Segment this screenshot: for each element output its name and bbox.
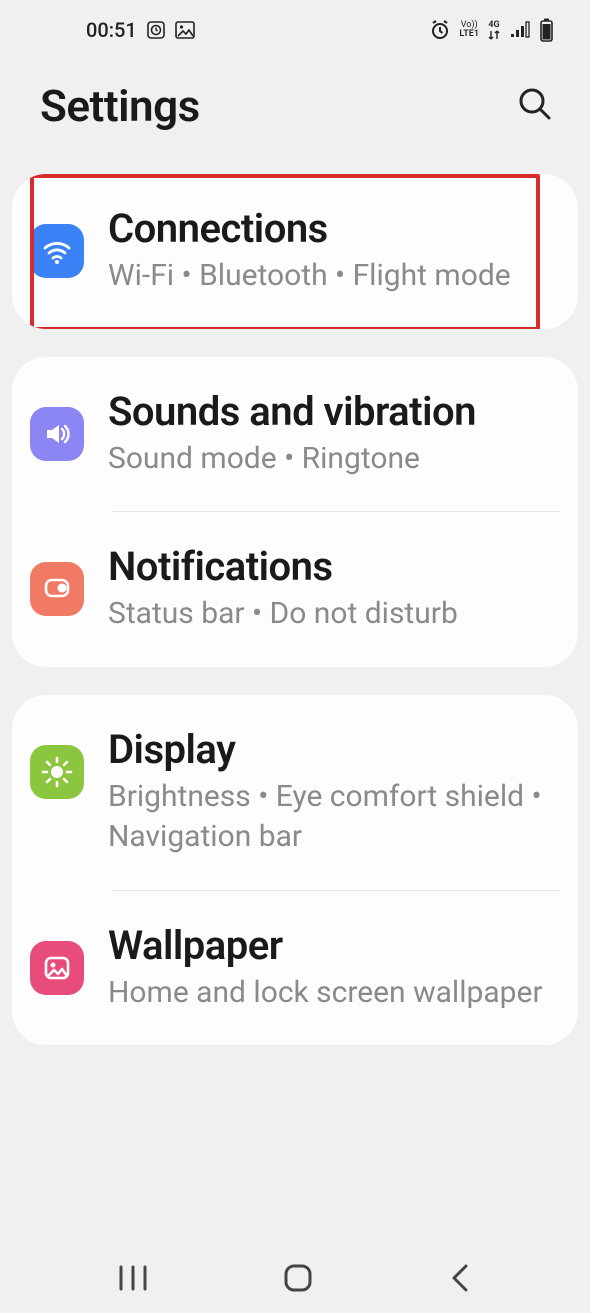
clock-app-icon bbox=[147, 21, 165, 39]
settings-card: Connections Wi-Fi • Bluetooth • Flight m… bbox=[12, 174, 578, 329]
battery-icon bbox=[539, 18, 554, 42]
item-subtitle: Brightness • Eye comfort shield • Naviga… bbox=[108, 777, 548, 858]
item-subtitle: Status bar • Do not disturb bbox=[108, 594, 548, 635]
item-title: Connections bbox=[108, 206, 548, 252]
settings-list: Connections Wi-Fi • Bluetooth • Flight m… bbox=[0, 162, 590, 1045]
volte-indicator: Vo)) LTE1 bbox=[459, 21, 479, 39]
item-title: Notifications bbox=[108, 544, 548, 590]
status-bar: 00:51 Vo)) LTE1 4G bbox=[0, 0, 590, 60]
notification-icon bbox=[30, 562, 84, 616]
page-title: Settings bbox=[40, 80, 200, 132]
sound-icon bbox=[30, 407, 84, 461]
item-title: Display bbox=[108, 727, 548, 773]
settings-item-notifications[interactable]: Notifications Status bar • Do not distur… bbox=[12, 512, 578, 667]
item-subtitle: Home and lock screen wallpaper bbox=[108, 973, 548, 1014]
settings-item-connections[interactable]: Connections Wi-Fi • Bluetooth • Flight m… bbox=[12, 174, 578, 329]
wifi-icon bbox=[30, 224, 84, 278]
header: Settings bbox=[0, 60, 590, 162]
search-button[interactable] bbox=[516, 85, 554, 127]
signal-icon bbox=[509, 21, 531, 39]
item-title: Sounds and vibration bbox=[108, 389, 548, 435]
item-subtitle: Sound mode • Ringtone bbox=[108, 439, 548, 480]
data-indicator: 4G bbox=[487, 21, 501, 40]
settings-item-sounds[interactable]: Sounds and vibration Sound mode • Ringto… bbox=[12, 357, 578, 512]
nav-back-button[interactable] bbox=[446, 1262, 474, 1294]
settings-item-wallpaper[interactable]: Wallpaper Home and lock screen wallpaper bbox=[12, 891, 578, 1046]
item-title: Wallpaper bbox=[108, 923, 548, 969]
settings-card: Display Brightness • Eye comfort shield … bbox=[12, 695, 578, 1046]
navigation-bar bbox=[0, 1243, 590, 1313]
nav-recents-button[interactable] bbox=[116, 1264, 150, 1292]
alarm-icon bbox=[429, 19, 451, 41]
settings-item-display[interactable]: Display Brightness • Eye comfort shield … bbox=[12, 695, 578, 890]
gallery-indicator-icon bbox=[175, 21, 195, 39]
brightness-icon bbox=[30, 745, 84, 799]
item-subtitle: Wi-Fi • Bluetooth • Flight mode bbox=[108, 256, 548, 297]
settings-card: Sounds and vibration Sound mode • Ringto… bbox=[12, 357, 578, 667]
nav-home-button[interactable] bbox=[282, 1262, 314, 1294]
status-time: 00:51 bbox=[86, 18, 137, 42]
wallpaper-icon bbox=[30, 941, 84, 995]
